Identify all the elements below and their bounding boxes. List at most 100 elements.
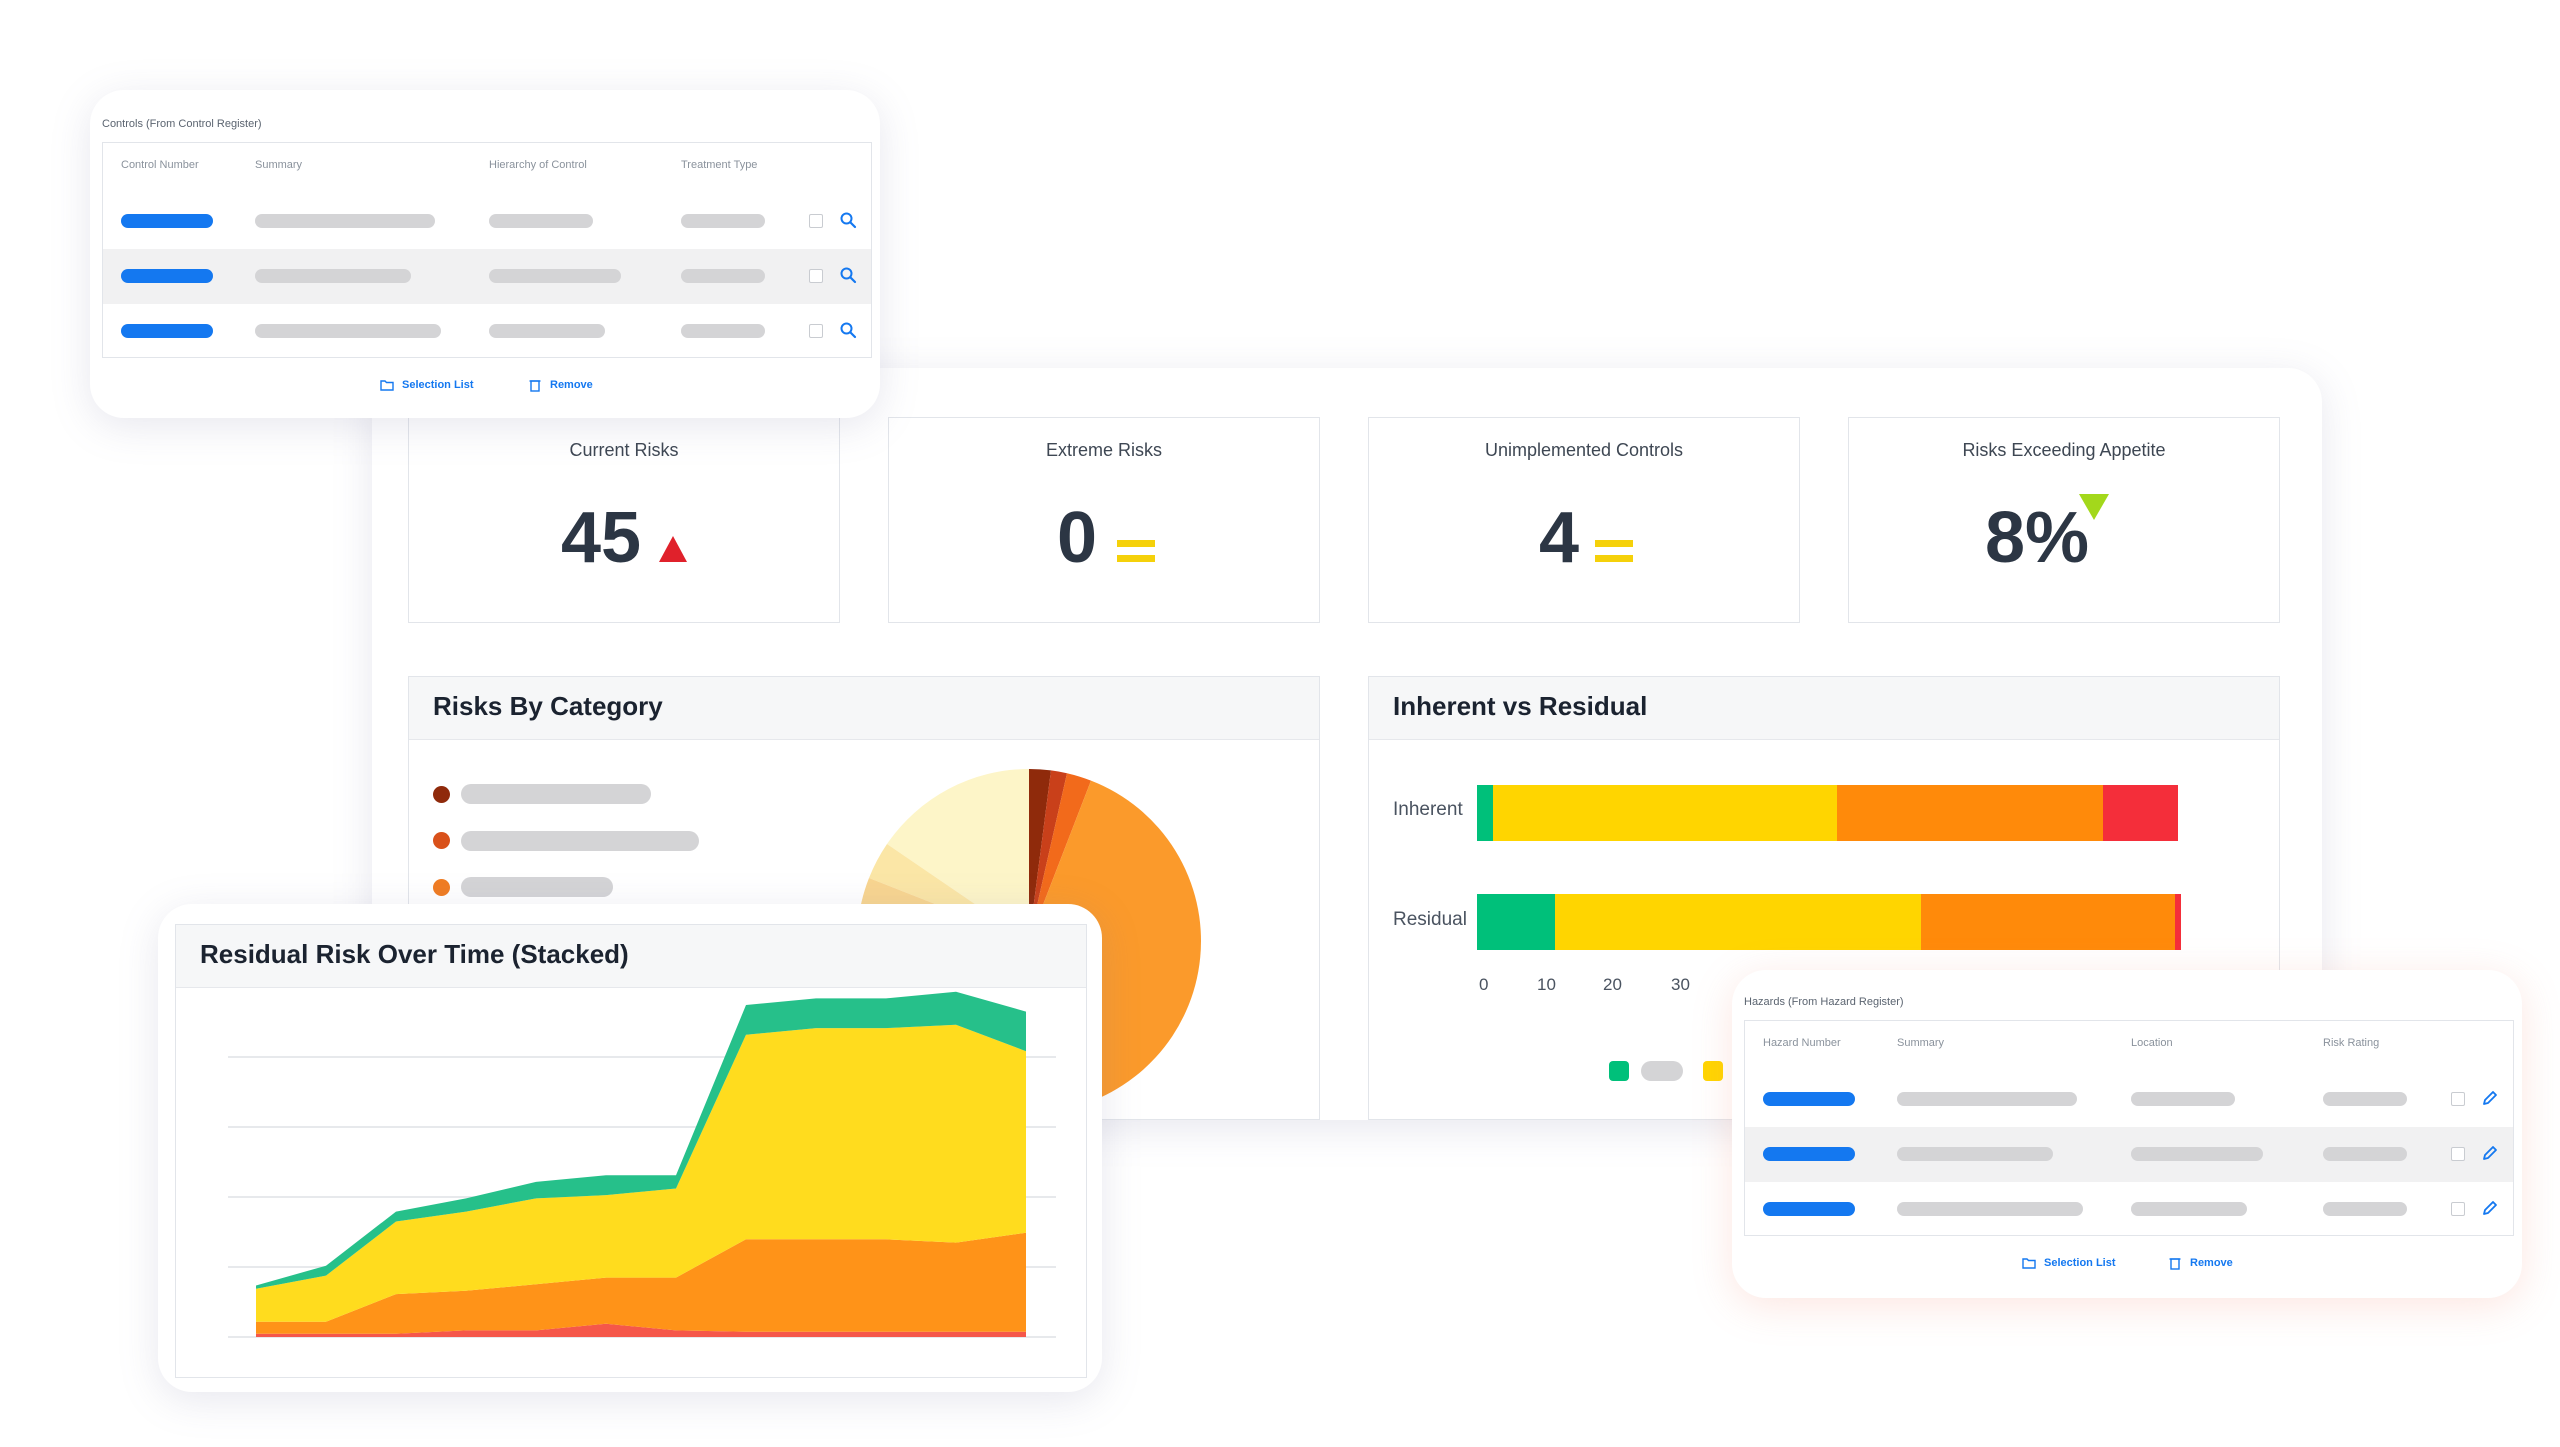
search-icon[interactable] — [839, 211, 857, 229]
selection-list-button[interactable]: Selection List — [2022, 1256, 2116, 1270]
x-tick: 0 — [1479, 975, 1489, 994]
kpi-value: 45 — [561, 498, 642, 578]
table-row[interactable] — [1745, 1127, 2513, 1182]
summary-placeholder — [1897, 1202, 2083, 1216]
bar-segment — [1921, 894, 2175, 950]
controls-caption: Controls (From Control Register) — [102, 118, 262, 130]
bar-segment — [1492, 785, 1837, 841]
trend-down-icon — [2079, 494, 2109, 520]
bar-segment — [2174, 894, 2182, 950]
table-row[interactable] — [103, 249, 871, 304]
trend-flat-icon — [1117, 540, 1155, 562]
x-tick: 10 — [1537, 975, 1556, 994]
pencil-icon[interactable] — [2481, 1089, 2499, 1107]
kpi-extreme-risks[interactable]: Extreme Risks 0 — [888, 417, 1320, 623]
remove-label: Remove — [550, 379, 593, 391]
table-row[interactable] — [103, 194, 871, 249]
stacked-bar-inherent — [1477, 785, 2179, 841]
panel-header: Inherent vs Residual — [1369, 677, 2279, 740]
risk-rating-placeholder — [2323, 1092, 2407, 1106]
risk-rating-placeholder — [2323, 1147, 2407, 1161]
location-placeholder — [2131, 1092, 2235, 1106]
kpi-value: 4 — [1539, 498, 1580, 578]
row-checkbox[interactable] — [2451, 1092, 2465, 1106]
bar-segment — [2102, 785, 2179, 841]
table-row[interactable] — [1745, 1072, 2513, 1127]
legend-swatch — [1703, 1061, 1723, 1081]
location-placeholder — [2131, 1202, 2247, 1216]
row-checkbox[interactable] — [809, 269, 823, 283]
legend-label-placeholder — [461, 877, 613, 897]
panel-header: Residual Risk Over Time (Stacked) — [176, 925, 1086, 988]
kpi-label: Risks Exceeding Appetite — [1962, 440, 2166, 460]
column-header: Location — [2131, 1037, 2173, 1049]
kpi-current-risks[interactable]: Current Risks 45 — [408, 417, 840, 623]
search-icon[interactable] — [839, 266, 857, 284]
panel-title: Residual Risk Over Time (Stacked) — [200, 939, 629, 969]
hazards-table: Hazard Number Summary Location Risk Rati… — [1744, 1020, 2514, 1236]
x-tick: 20 — [1603, 975, 1622, 994]
trash-icon — [2169, 1258, 2181, 1270]
column-header: Control Number — [121, 159, 199, 171]
kpi-label: Extreme Risks — [1045, 440, 1162, 460]
search-icon[interactable] — [839, 321, 857, 339]
row-checkbox[interactable] — [809, 214, 823, 228]
location-placeholder — [2131, 1147, 2263, 1161]
column-header: Hazard Number — [1763, 1037, 1841, 1049]
legend-label-placeholder — [461, 831, 699, 851]
remove-label: Remove — [2190, 1257, 2233, 1269]
kpi-label: Unimplemented Controls — [1484, 440, 1684, 460]
treatment-placeholder — [681, 269, 765, 283]
row-checkbox[interactable] — [2451, 1147, 2465, 1161]
bar-segment — [1477, 785, 1493, 841]
legend-swatch — [1609, 1061, 1629, 1081]
row-checkbox[interactable] — [2451, 1202, 2465, 1216]
hazard-number-placeholder — [1763, 1147, 1855, 1161]
hierarchy-placeholder — [489, 324, 605, 338]
legend-label-placeholder — [461, 784, 651, 804]
panel-title: Risks By Category — [433, 691, 663, 721]
panel-header: Risks By Category — [409, 677, 1319, 740]
panel-title: Inherent vs Residual — [1393, 691, 1648, 721]
row-checkbox[interactable] — [809, 324, 823, 338]
control-number-placeholder — [121, 324, 213, 338]
hierarchy-placeholder — [489, 214, 593, 228]
controls-table: Control Number Summary Hierarchy of Cont… — [102, 142, 872, 358]
selection-list-label: Selection List — [402, 379, 474, 391]
pencil-icon[interactable] — [2481, 1144, 2499, 1162]
selection-list-label: Selection List — [2044, 1257, 2116, 1269]
kpi-value: 8% — [1985, 498, 2090, 578]
kpi-unimplemented-controls[interactable]: Unimplemented Controls 4 — [1368, 417, 1800, 623]
residual-risk-panel: Residual Risk Over Time (Stacked) — [175, 924, 1087, 1378]
summary-placeholder — [1897, 1092, 2077, 1106]
pencil-icon[interactable] — [2481, 1199, 2499, 1217]
column-header: Summary — [255, 159, 303, 171]
control-number-placeholder — [121, 269, 213, 283]
hierarchy-placeholder — [489, 269, 621, 283]
bar-label-residual: Residual — [1393, 909, 1467, 930]
summary-placeholder — [255, 324, 441, 338]
treatment-placeholder — [681, 214, 765, 228]
legend-dot — [433, 832, 450, 849]
stacked-bar-residual — [1477, 894, 2182, 950]
trend-flat-icon — [1595, 540, 1633, 562]
hazard-number-placeholder — [1763, 1092, 1855, 1106]
bar-segment — [1836, 785, 2103, 841]
folder-icon — [380, 380, 394, 391]
bar-segment — [1555, 894, 1922, 950]
column-header: Treatment Type — [681, 159, 758, 171]
remove-button[interactable]: Remove — [2168, 1256, 2233, 1270]
remove-button[interactable]: Remove — [528, 378, 593, 392]
trend-up-icon — [659, 536, 687, 562]
selection-list-button[interactable]: Selection List — [380, 378, 474, 392]
legend-dot — [433, 786, 450, 803]
x-tick: 30 — [1671, 975, 1690, 994]
table-row[interactable] — [103, 304, 871, 359]
summary-placeholder — [255, 214, 435, 228]
kpi-risks-exceeding-appetite[interactable]: Risks Exceeding Appetite 8% — [1848, 417, 2280, 623]
summary-placeholder — [1897, 1147, 2053, 1161]
hazard-number-placeholder — [1763, 1202, 1855, 1216]
legend-label-placeholder — [1641, 1061, 1683, 1081]
hazards-caption: Hazards (From Hazard Register) — [1744, 996, 1904, 1008]
table-row[interactable] — [1745, 1182, 2513, 1237]
